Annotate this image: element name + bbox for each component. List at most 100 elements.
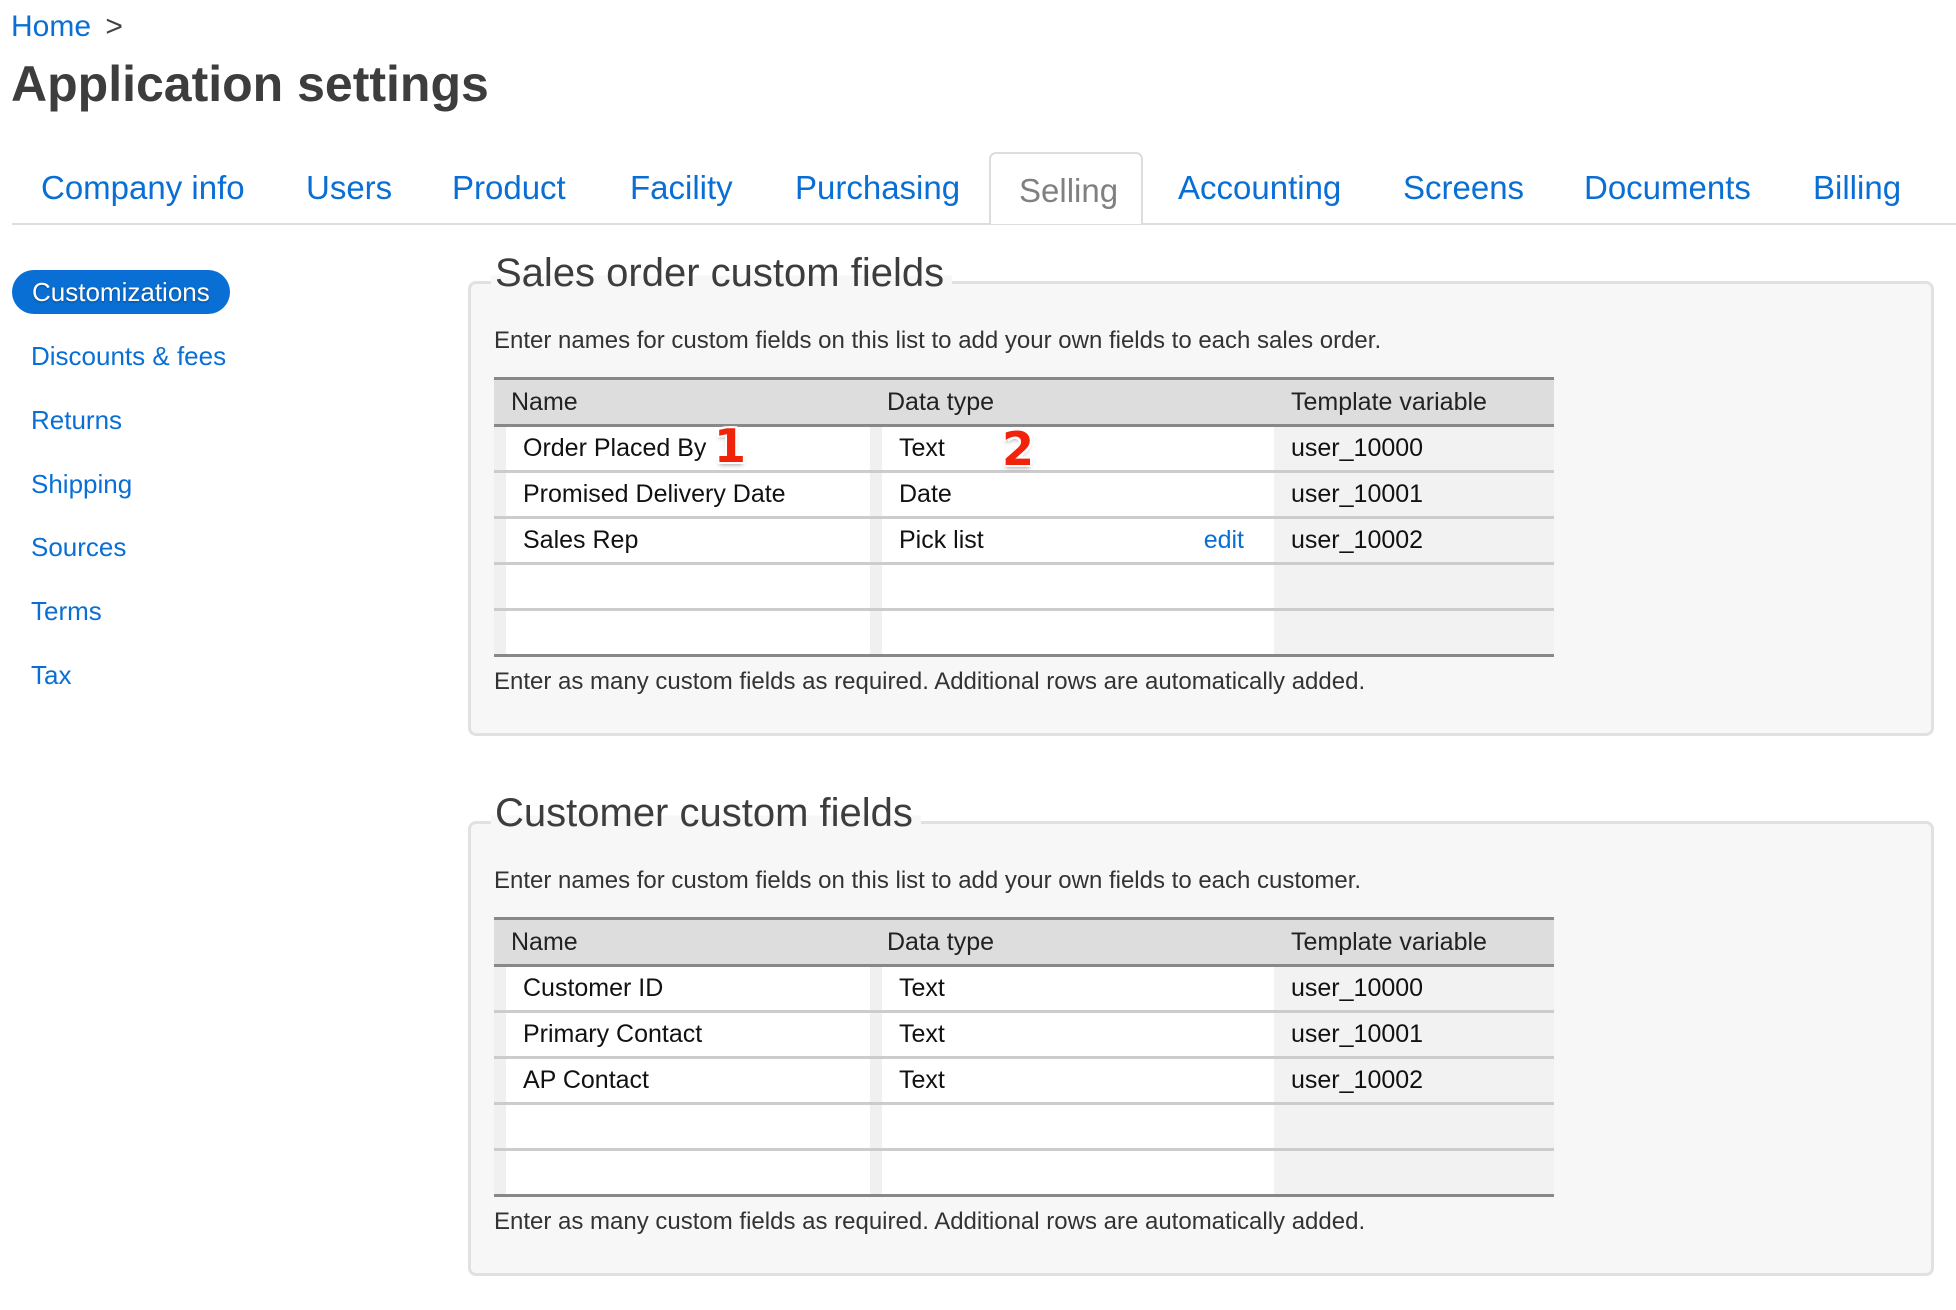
sidebar-item-customizations[interactable]: Customizations	[12, 270, 230, 314]
template-variable	[1274, 1105, 1554, 1148]
edit-pick-list-link[interactable]: edit	[1204, 519, 1244, 562]
column-gutter	[870, 565, 882, 608]
column-gutter	[870, 611, 882, 654]
table-row: Customer ID Text user_10000	[494, 967, 1554, 1013]
tab-billing[interactable]: Billing	[1813, 152, 1901, 223]
tab-documents[interactable]: Documents	[1584, 152, 1751, 223]
row-gutter	[494, 1013, 506, 1056]
table-header: Name Data type Template variable	[494, 917, 1554, 967]
data-type-select[interactable]	[882, 1151, 1274, 1194]
data-type-select[interactable]: Text	[882, 1059, 1274, 1102]
tab-users[interactable]: Users	[306, 152, 392, 223]
breadcrumb-home-link[interactable]: Home	[11, 10, 91, 43]
sales-order-custom-fields-table: Name Data type Template variable Order P…	[494, 377, 1554, 657]
section-title: Customer custom fields	[491, 788, 921, 838]
table-row: Primary Contact Text user_10001	[494, 1013, 1554, 1059]
customer-custom-fields-table: Name Data type Template variable Custome…	[494, 917, 1554, 1197]
sidebar-item-sources[interactable]: Sources	[31, 531, 126, 563]
column-gutter	[870, 473, 882, 516]
annotation-marker-1: 1	[714, 419, 747, 473]
template-variable: user_10001	[1274, 1013, 1554, 1056]
column-header-name: Name	[511, 388, 578, 416]
tab-purchasing[interactable]: Purchasing	[795, 152, 960, 223]
column-header-template-variable: Template variable	[1291, 928, 1487, 956]
section-description: Enter names for custom fields on this li…	[494, 867, 1362, 894]
row-gutter	[494, 427, 506, 470]
row-gutter	[494, 565, 506, 608]
template-variable: user_10000	[1274, 967, 1554, 1010]
table-row: Promised Delivery Date Date user_10001	[494, 473, 1554, 519]
template-variable: user_10002	[1274, 519, 1554, 562]
row-gutter	[494, 519, 506, 562]
column-gutter	[870, 967, 882, 1010]
data-type-select[interactable]: Date	[882, 473, 1274, 516]
data-type-select[interactable]: Text	[882, 967, 1274, 1010]
sidebar-item-terms[interactable]: Terms	[31, 595, 102, 627]
field-name-input[interactable]: Order Placed By	[506, 427, 870, 470]
table-row-empty	[494, 611, 1554, 657]
row-gutter	[494, 1105, 506, 1148]
data-type-select[interactable]: Text	[882, 427, 1274, 470]
column-gutter	[870, 519, 882, 562]
page-title: Application settings	[11, 56, 489, 112]
row-gutter	[494, 967, 506, 1010]
tab-screens[interactable]: Screens	[1403, 152, 1524, 223]
column-header-data-type: Data type	[887, 928, 995, 956]
table-row: Order Placed By Text user_10000 1 2	[494, 422, 1554, 476]
template-variable: user_10001	[1274, 473, 1554, 516]
tab-accounting[interactable]: Accounting	[1178, 152, 1341, 223]
table-row-empty	[494, 565, 1554, 611]
tab-facility[interactable]: Facility	[630, 152, 733, 223]
sidebar-item-shipping[interactable]: Shipping	[31, 468, 132, 500]
field-name-input[interactable]: Customer ID	[506, 967, 870, 1010]
breadcrumb: Home >	[11, 8, 123, 46]
sidebar-item-discounts-fees[interactable]: Discounts & fees	[31, 340, 226, 372]
row-gutter	[494, 611, 506, 654]
tab-company-info[interactable]: Company info	[41, 152, 245, 223]
column-gutter	[870, 1151, 882, 1194]
column-gutter	[870, 1013, 882, 1056]
annotation-marker-2: 2	[1002, 422, 1035, 476]
sidebar-item-returns[interactable]: Returns	[31, 404, 122, 436]
template-variable	[1274, 565, 1554, 608]
column-gutter	[870, 1105, 882, 1148]
tab-product[interactable]: Product	[452, 152, 566, 223]
column-header-template-variable: Template variable	[1291, 388, 1487, 416]
customer-custom-fields-section: Customer custom fields Enter names for c…	[468, 788, 1934, 1276]
table-header: Name Data type Template variable	[494, 377, 1554, 427]
template-variable	[1274, 611, 1554, 654]
row-gutter	[494, 1059, 506, 1102]
field-name-input[interactable]	[506, 611, 870, 654]
column-header-name: Name	[511, 928, 578, 956]
field-name-input[interactable]	[506, 1105, 870, 1148]
column-header-data-type: Data type	[887, 388, 995, 416]
column-gutter	[870, 1059, 882, 1102]
table-row: AP Contact Text user_10002	[494, 1059, 1554, 1105]
row-gutter	[494, 473, 506, 516]
table-row-empty	[494, 1151, 1554, 1197]
data-type-select[interactable]: Text	[882, 1013, 1274, 1056]
template-variable: user_10002	[1274, 1059, 1554, 1102]
settings-tab-bar: Company info Users Product Facility Purc…	[12, 152, 1956, 225]
row-gutter	[494, 1151, 506, 1194]
column-gutter	[870, 427, 882, 470]
template-variable	[1274, 1151, 1554, 1194]
field-name-input[interactable]	[506, 565, 870, 608]
sidebar-item-tax[interactable]: Tax	[31, 659, 71, 691]
field-name-input[interactable]: AP Contact	[506, 1059, 870, 1102]
field-name-input[interactable]: Sales Rep	[506, 519, 870, 562]
data-type-select[interactable]	[882, 1105, 1274, 1148]
breadcrumb-separator: >	[105, 10, 123, 43]
tab-selling[interactable]: Selling	[989, 152, 1143, 224]
data-type-select[interactable]: Pick list edit	[882, 519, 1274, 562]
section-footer-note: Enter as many custom fields as required.…	[494, 668, 1366, 695]
data-type-select[interactable]	[882, 565, 1274, 608]
table-row-empty	[494, 1105, 1554, 1151]
field-name-input[interactable]: Promised Delivery Date	[506, 473, 870, 516]
section-footer-note: Enter as many custom fields as required.…	[494, 1208, 1366, 1235]
table-row: Sales Rep Pick list edit user_10002	[494, 519, 1554, 565]
field-name-input[interactable]	[506, 1151, 870, 1194]
data-type-value: Pick list	[899, 526, 984, 554]
field-name-input[interactable]: Primary Contact	[506, 1013, 870, 1056]
data-type-select[interactable]	[882, 611, 1274, 654]
